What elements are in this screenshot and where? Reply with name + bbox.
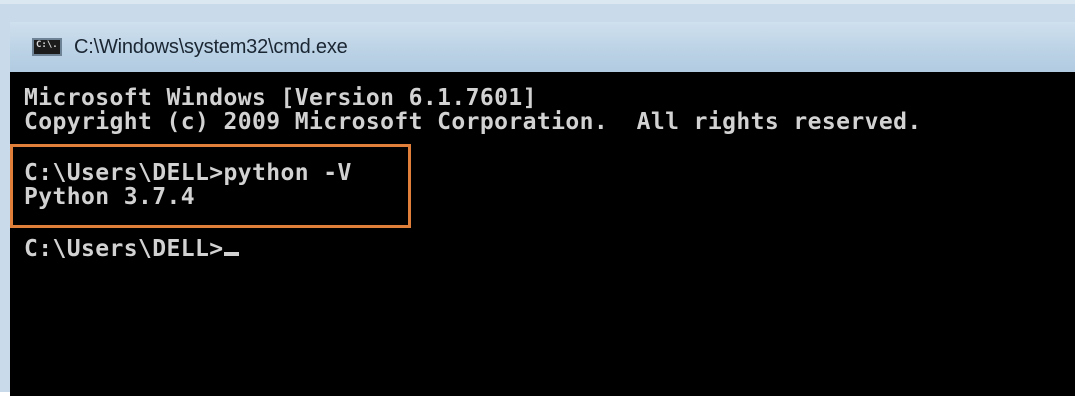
window-title: C:\Windows\system32\cmd.exe [74,35,348,58]
prompt-text: C:\Users\DELL> [24,236,224,262]
console-line-command: C:\Users\DELL>python -V [24,160,352,186]
console-line-prompt: C:\Users\DELL> [24,236,240,262]
title-bar[interactable]: C:\. C:\Windows\system32\cmd.exe [10,22,1075,72]
console-line-python-version: Python 3.7.4 [24,184,195,210]
console-output[interactable]: Microsoft Windows [Version 6.1.7601] Cop… [10,72,1075,396]
cmd-icon-glyph: C:\. [36,40,58,50]
cmd-icon[interactable]: C:\. [32,38,62,56]
console-line-version: Microsoft Windows [Version 6.1.7601] [24,85,537,111]
cmd-window: C:\. C:\Windows\system32\cmd.exe Microso… [0,0,1075,396]
console-line-copyright: Copyright (c) 2009 Microsoft Corporation… [24,109,922,135]
text-cursor [224,252,240,256]
